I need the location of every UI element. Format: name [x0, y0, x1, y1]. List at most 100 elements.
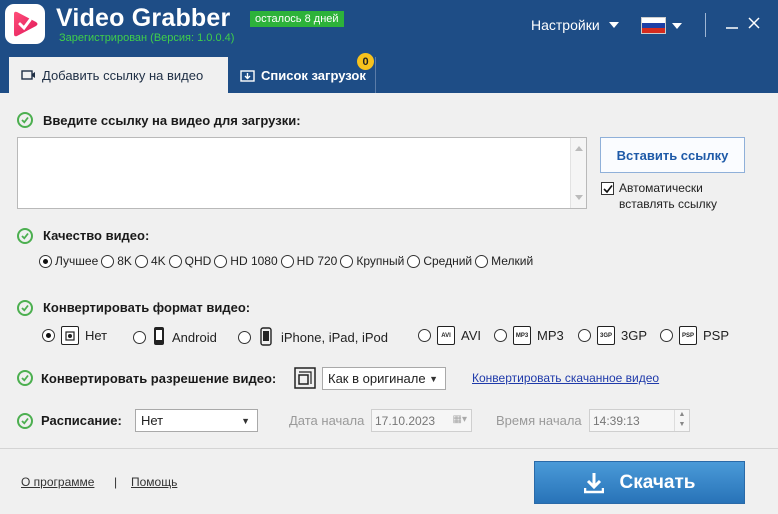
chevron-down-icon [608, 22, 619, 28]
scroll-up-icon[interactable] [575, 146, 583, 151]
radio-icon[interactable] [214, 254, 228, 268]
trial-badge: осталось 8 дней [250, 11, 344, 27]
schedule-select[interactable]: Нет ▼ [135, 409, 258, 432]
language-menu[interactable] [641, 17, 682, 34]
quality-option-small[interactable]: Мелкий [475, 254, 533, 268]
radio-icon[interactable] [133, 331, 146, 344]
quality-option-4k[interactable]: 4K [134, 254, 166, 268]
check-circle-icon [17, 300, 33, 316]
radio-icon[interactable] [168, 254, 182, 268]
format-option-mp3[interactable]: MP3 MP3 [494, 326, 564, 345]
radio-icon[interactable] [475, 254, 489, 268]
paste-link-button[interactable]: Вставить ссылку [600, 137, 745, 173]
chevron-down-icon: ▼ [429, 374, 438, 384]
quality-option-hd1080[interactable]: HD 1080 [214, 254, 278, 268]
resolution-label: Конвертировать разрешение видео: [41, 371, 277, 386]
radio-icon[interactable] [101, 254, 115, 268]
divider [705, 13, 706, 37]
format-option-psp[interactable]: PSP PSP [660, 326, 729, 345]
no-convert-icon [61, 326, 79, 345]
quality-option-8k[interactable]: 8K [101, 254, 132, 268]
close-button[interactable] [744, 11, 764, 35]
checkmark-icon [602, 184, 613, 193]
avi-file-icon: AVI [437, 326, 455, 345]
auto-paste-label: Автоматически вставлять ссылку [619, 180, 717, 212]
radio-selected-icon[interactable] [39, 254, 52, 268]
iphone-icon [257, 326, 275, 349]
help-link[interactable]: Помощь [131, 475, 177, 489]
check-circle-icon [17, 413, 33, 429]
3gp-file-icon: 3GP [597, 326, 615, 345]
format-option-avi[interactable]: AVI AVI [418, 326, 481, 345]
download-icon [583, 472, 604, 493]
mp3-file-icon: MP3 [513, 326, 531, 345]
about-link[interactable]: О программе [21, 475, 94, 489]
radio-icon[interactable] [578, 329, 591, 342]
radio-icon[interactable] [494, 329, 507, 342]
url-scrollbar[interactable] [570, 138, 586, 208]
registration-status: Зарегистрирован (Версия: 1.0.0.4) [59, 32, 235, 44]
download-button[interactable]: Скачать [534, 461, 745, 504]
settings-menu[interactable]: Настройки [531, 17, 619, 33]
start-date-field[interactable]: 17.10.2023 ▦▾ [371, 409, 472, 432]
time-spinner-icon[interactable]: ▲ ▼ [674, 410, 689, 431]
tab-add-link-label: Добавить ссылку на видео [42, 67, 204, 83]
download-label: Скачать [619, 471, 696, 493]
url-section-label: Введите ссылку на видео для загрузки: [43, 113, 301, 128]
ru-flag-icon [641, 17, 666, 34]
app-title: Video Grabber [56, 4, 231, 32]
check-circle-icon [17, 112, 33, 128]
convert-downloaded-link[interactable]: Конвертировать скачанное видео [472, 371, 659, 385]
video-add-icon [21, 70, 35, 80]
radio-icon[interactable] [418, 329, 431, 342]
footer: О программе | Помощь Скачать [0, 448, 778, 514]
radio-icon[interactable] [238, 331, 251, 344]
quality-options: Лучшее 8K 4K QHD HD 1080 HD 720 Крупный … [39, 254, 536, 268]
minimize-button[interactable] [722, 11, 742, 35]
check-circle-icon [17, 228, 33, 244]
radio-icon[interactable] [340, 254, 354, 268]
tab-downloads-label: Список загрузок [261, 67, 366, 83]
quality-option-best[interactable]: Лучшее [39, 254, 98, 268]
scroll-down-icon[interactable] [575, 195, 583, 200]
format-option-android[interactable]: Android [133, 326, 217, 349]
radio-selected-icon[interactable] [42, 329, 55, 342]
auto-paste-line1: Автоматически [619, 181, 703, 195]
minimize-icon [726, 27, 738, 29]
start-date-label: Дата начала [289, 413, 365, 428]
chevron-down-icon [672, 22, 682, 29]
resolution-icon [294, 367, 316, 392]
chevron-down-icon: ▼ [241, 416, 250, 426]
quality-option-qhd[interactable]: QHD [168, 254, 211, 268]
settings-label: Настройки [531, 17, 600, 33]
auto-paste-checkbox[interactable] [601, 182, 614, 195]
app-logo-icon [5, 4, 45, 44]
tab-add-link[interactable]: Добавить ссылку на видео [9, 57, 228, 93]
schedule-label: Расписание: [41, 413, 122, 428]
format-label: Конвертировать формат видео: [43, 300, 251, 315]
radio-icon[interactable] [660, 329, 673, 342]
psp-file-icon: PSP [679, 326, 697, 345]
radio-icon[interactable] [280, 254, 294, 268]
radio-icon[interactable] [134, 254, 148, 268]
quality-option-large[interactable]: Крупный [340, 254, 404, 268]
format-option-none[interactable]: Нет [42, 326, 107, 345]
calendar-icon[interactable]: ▦▾ [453, 414, 467, 425]
url-input[interactable] [18, 138, 571, 208]
quality-option-hd720[interactable]: HD 720 [280, 254, 337, 268]
url-input-box [17, 137, 587, 209]
check-circle-icon [17, 370, 33, 386]
radio-icon[interactable] [407, 254, 421, 268]
quality-option-medium[interactable]: Средний [407, 254, 472, 268]
start-time-field[interactable]: 14:39:13 ▲ ▼ [589, 409, 690, 432]
format-option-iphone[interactable]: iPhone, iPad, iPod [238, 326, 388, 349]
footer-separator: | [114, 475, 118, 489]
tab-downloads[interactable]: Список загрузок [230, 57, 376, 93]
format-option-3gp[interactable]: 3GP 3GP [578, 326, 647, 345]
quality-label: Качество видео: [43, 228, 150, 243]
auto-paste-line2: вставлять ссылку [619, 197, 717, 211]
title-bar: Video Grabber осталось 8 дней Зарегистри… [0, 0, 778, 93]
resolution-select[interactable]: Как в оригинале ▼ [322, 367, 446, 390]
android-phone-icon [152, 326, 166, 349]
download-list-icon [240, 69, 255, 82]
